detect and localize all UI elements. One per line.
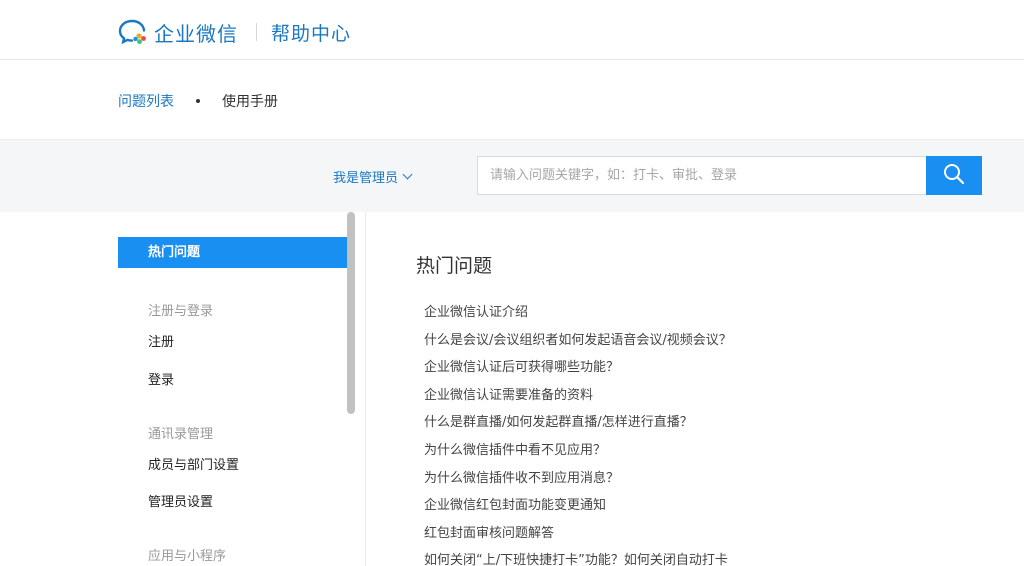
question-link[interactable]: 为什么微信插件收不到应用消息？	[424, 471, 732, 499]
question-link[interactable]: 为什么微信插件中看不见应用？	[424, 443, 732, 471]
question-link[interactable]: 红包封面审核问题解答	[424, 526, 732, 554]
breadcrumb-question-list-link[interactable]: 问题列表	[118, 91, 174, 111]
help-center-link[interactable]: 帮助中心	[271, 19, 351, 46]
sidebar-item-hot-questions[interactable]: 热门问题	[118, 237, 348, 268]
page-title: 热门问题	[416, 255, 493, 277]
role-dropdown-label: 我是管理员	[333, 171, 399, 186]
search-bar: 我是管理员	[0, 140, 1024, 212]
sidebar-item-members-departments[interactable]: 成员与部门设置	[148, 454, 239, 473]
role-dropdown[interactable]: 我是管理员	[333, 167, 413, 186]
question-link[interactable]: 什么是群直播/如何发起群直播/怎样进行直播？	[424, 415, 732, 443]
sidebar-item-admin-settings[interactable]: 管理员设置	[148, 491, 213, 510]
question-link[interactable]: 企业微信认证需要准备的资料	[424, 388, 732, 416]
sidebar-group-register-login: 注册与登录	[148, 304, 214, 319]
question-link[interactable]: 企业微信认证后可获得哪些功能？	[424, 360, 732, 388]
breadcrumb-current: 使用手册	[222, 94, 278, 110]
breadcrumb: 问题列表 使用手册	[118, 91, 278, 111]
search-button[interactable]	[926, 156, 982, 195]
wecom-logo-icon	[118, 18, 148, 46]
question-link[interactable]: 企业微信红包封面功能变更通知	[424, 498, 732, 526]
sidebar-group-contacts: 通讯录管理	[148, 427, 214, 442]
search-icon	[943, 163, 965, 188]
breadcrumb-separator	[196, 99, 200, 103]
question-link[interactable]: 如何关闭“上/下班快捷打卡”功能？如何关闭自动打卡	[424, 553, 732, 566]
search-input[interactable]	[477, 156, 927, 195]
category-sidebar: 热门问题 注册与登录 注册 登录 通讯录管理 成员与部门设置 管理员设置 应用与…	[118, 212, 355, 566]
sidebar-scrollbar[interactable]	[347, 212, 355, 414]
sidebar-item-register[interactable]: 注册	[148, 331, 174, 350]
sidebar-item-login[interactable]: 登录	[148, 369, 174, 388]
question-list: 企业微信认证介绍 什么是会议/会议组织者如何发起语音会议/视频会议？ 企业微信认…	[424, 305, 732, 566]
brand-name: 企业微信	[154, 21, 238, 46]
header-divider	[256, 23, 257, 41]
main-content: 热门问题 企业微信认证介绍 什么是会议/会议组织者如何发起语音会议/视频会议？ …	[366, 212, 1024, 566]
sidebar-group-apps-miniprograms: 应用与小程序	[148, 549, 227, 564]
question-link[interactable]: 企业微信认证介绍	[424, 305, 732, 333]
top-header: 企业微信 帮助中心	[0, 0, 1024, 60]
breadcrumb-bar: 问题列表 使用手册	[0, 60, 1024, 140]
question-link[interactable]: 什么是会议/会议组织者如何发起语音会议/视频会议？	[424, 333, 732, 361]
brand-logo[interactable]: 企业微信 帮助中心	[118, 18, 351, 46]
chevron-down-icon	[402, 169, 413, 180]
